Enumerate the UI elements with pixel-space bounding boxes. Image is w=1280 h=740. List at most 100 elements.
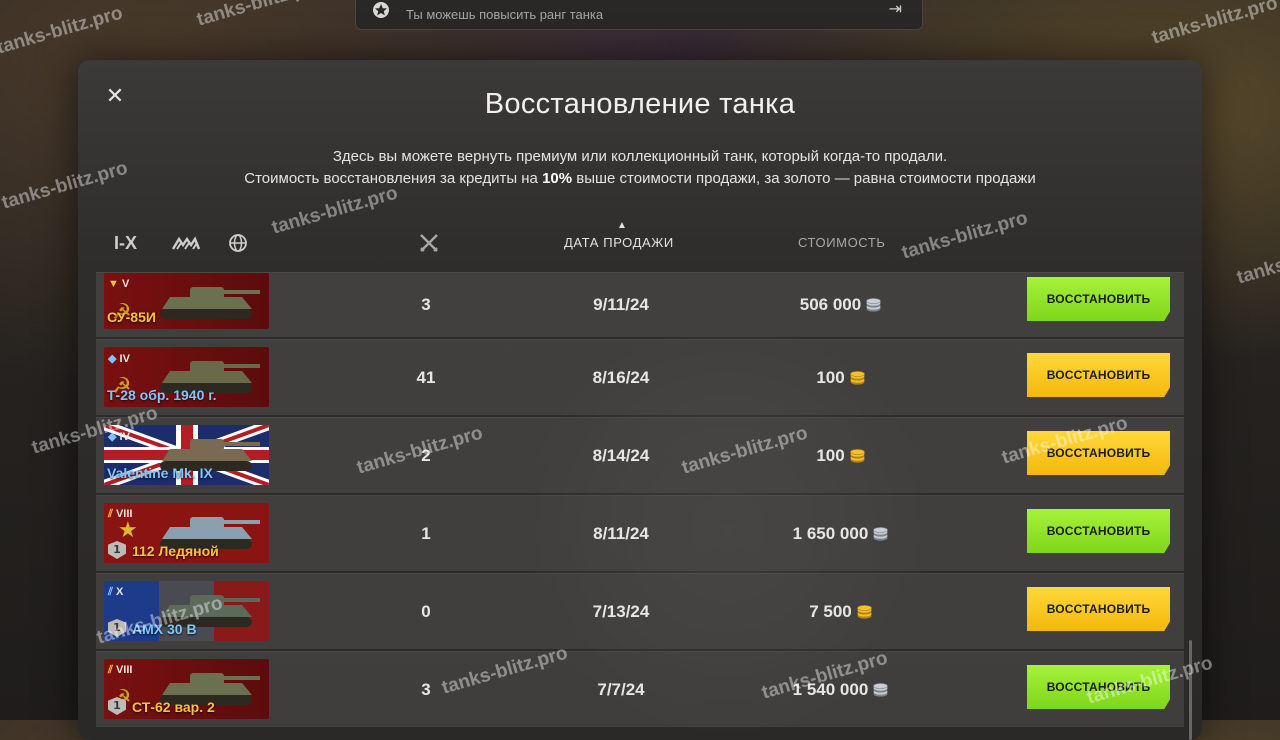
tank-type-filter[interactable] [170, 232, 202, 254]
arrow-right-icon: ⇥ [888, 0, 902, 18]
table-row: ☭ ▼ V СУ-85И 3 9/11/24 506 000 ВОССТАНОВИТЬ [96, 272, 1184, 337]
description-text: Стоимость восстановления за кредиты на [244, 170, 543, 187]
description-percent: 10% [542, 170, 573, 187]
table-row: ★ ⫽ VIII 1 112 Ледяной 1 8/11/24 1 650 000 ВОСС… [96, 495, 1184, 571]
rank-up-banner[interactable]: Ты можешь повысить ранг танка ⇥ [355, 0, 923, 30]
tier-type-icon: ◆ [108, 353, 117, 365]
cost-value: 1 540 000 [792, 679, 869, 699]
tier-number: VIII [115, 508, 133, 520]
sale-date: 7/7/24 [597, 679, 645, 699]
sale-date-label: ДАТА ПРОДАЖИ [564, 235, 674, 250]
tier-label: ▼ V [108, 278, 129, 290]
svg-text:★: ★ [118, 518, 138, 543]
restore-button[interactable]: ВОССТАНОВИТЬ [1027, 431, 1170, 475]
tank-name: СУ-85И [107, 309, 156, 325]
sort-up-icon: ▲ [617, 220, 628, 231]
tank-name: Valentine Mk. IX [107, 465, 213, 481]
battles-count: 1 [421, 523, 431, 543]
sale-date: 7/13/24 [592, 601, 650, 621]
scrollbar[interactable] [1189, 640, 1192, 740]
battles-count: 2 [421, 445, 431, 465]
tank-name: AMX 30 B [132, 621, 197, 637]
sale-date-column-header[interactable]: ▲ ДАТА ПРОДАЖИ [564, 220, 674, 250]
nation-filter[interactable] [222, 232, 254, 254]
banner-text: Ты можешь повысить ранг танка [406, 7, 604, 22]
cost-value: 100 [816, 445, 845, 465]
tier-number: IV [119, 431, 130, 443]
cost-value: 7 500 [809, 601, 852, 621]
tank-name: СТ-62 вар. 2 [132, 699, 215, 715]
tank-card: ☭ ▼ V СУ-85И [104, 273, 269, 329]
restore-button[interactable]: ВОССТАНОВИТЬ [1027, 509, 1170, 553]
battles-column-header[interactable] [418, 232, 440, 254]
tier-number: IV [119, 353, 130, 365]
tier-filter[interactable]: I-X [114, 233, 150, 254]
tank-card: ⫽ X 1 AMX 30 B [104, 581, 269, 641]
gold-icon [849, 370, 865, 385]
tier-type-icon: ⫽ [108, 664, 113, 676]
tier-number: VIII [115, 664, 133, 676]
restore-cost: 100 [746, 340, 936, 415]
tier-label: ⫽ X [108, 586, 123, 599]
gold-icon [856, 604, 872, 619]
restore-cost: 506 000 [746, 273, 936, 337]
watermark-text: tanks-blitz.pro [0, 2, 126, 59]
credits-icon [873, 526, 889, 541]
table-row: ☭ ⫽ VIII 1 СТ-62 вар. 2 3 7/7/24 1 540 000 ВОСС… [96, 651, 1184, 727]
gold-icon [849, 448, 865, 463]
credits-icon [873, 682, 889, 697]
cost-value: 100 [816, 367, 845, 387]
cost-value: 1 650 000 [792, 523, 869, 543]
tier-label: ◆ IV [108, 352, 130, 365]
battles-count: 41 [416, 367, 436, 387]
table-row: ☭ ◆ IV Т-28 обр. 1940 г. 41 8/16/24 100 ВОССТА… [96, 339, 1184, 415]
tank-card: ◆ IV Valentine Mk. IX [104, 425, 269, 485]
sale-date: 9/11/24 [593, 295, 649, 314]
sale-date: 8/11/24 [593, 523, 649, 543]
restore-cost: 1 650 000 [746, 496, 936, 571]
description-line-2: Стоимость восстановления за кредиты на 1… [78, 168, 1202, 190]
description: Здесь вы можете вернуть премиум или колл… [78, 146, 1202, 190]
tier-type-icon: ◆ [108, 431, 117, 443]
sale-date: 8/16/24 [592, 367, 650, 387]
restore-tank-modal: ✕ Восстановление танка Здесь вы можете в… [78, 60, 1202, 740]
watermark-text: tanks-blitz.pro [194, 0, 326, 31]
crossed-swords-icon [420, 234, 438, 252]
description-text: выше стоимости продажи, за золото — равн… [572, 170, 1036, 187]
page-title: Восстановление танка [484, 88, 796, 120]
tank-card: ☭ ◆ IV Т-28 обр. 1940 г. [104, 347, 269, 407]
restore-cost: 100 [746, 418, 936, 493]
table-row: ⫽ X 1 AMX 30 B 0 7/13/24 7 500 ВОССТАНОВИТЬ [96, 573, 1184, 649]
tank-list: ☭ ▼ V СУ-85И 3 9/11/24 506 000 ВОССТАНОВИТЬ ☭ ◆ … [96, 272, 1184, 729]
tier-type-icon: ⫽ [108, 586, 113, 598]
description-line-1: Здесь вы можете вернуть премиум или колл… [332, 148, 948, 165]
battles-count: 3 [421, 679, 431, 699]
watermark-text: tanks-blitz.pro [1149, 0, 1280, 49]
tier-number: V [121, 278, 130, 290]
restore-button[interactable]: ВОССТАНОВИТЬ [1027, 587, 1170, 631]
cost-column-header[interactable]: СТОИМОСТЬ [798, 235, 886, 250]
tier-label: ◆ IV [108, 430, 130, 443]
restore-button[interactable]: ВОССТАНОВИТЬ [1027, 353, 1170, 397]
tank-name: Т-28 обр. 1940 г. [107, 387, 217, 403]
cost-value: 506 000 [799, 295, 862, 314]
restore-button[interactable]: ВОССТАНОВИТЬ [1027, 277, 1170, 321]
tier-number: X [115, 586, 124, 598]
tank-type-icon [171, 236, 201, 250]
tier-type-icon: ⫽ [108, 508, 113, 520]
star-badge-icon [373, 2, 389, 18]
filter-bar: I-X [114, 232, 254, 254]
restore-button[interactable]: ВОССТАНОВИТЬ [1027, 665, 1170, 709]
credits-icon [866, 298, 882, 312]
battles-count: 3 [421, 295, 431, 314]
battles-count: 0 [421, 601, 431, 621]
tier-label: ⫽ VIII [108, 664, 132, 677]
globe-icon [229, 234, 247, 252]
tier-label: ⫽ VIII [108, 508, 132, 521]
watermark-text: tanks-blitz.pro [1234, 232, 1280, 289]
restore-cost: 7 500 [746, 574, 936, 649]
sale-date: 8/14/24 [592, 445, 650, 465]
tier-type-icon: ▼ [108, 278, 119, 290]
restore-cost: 1 540 000 [746, 652, 936, 727]
tank-image [160, 287, 260, 319]
